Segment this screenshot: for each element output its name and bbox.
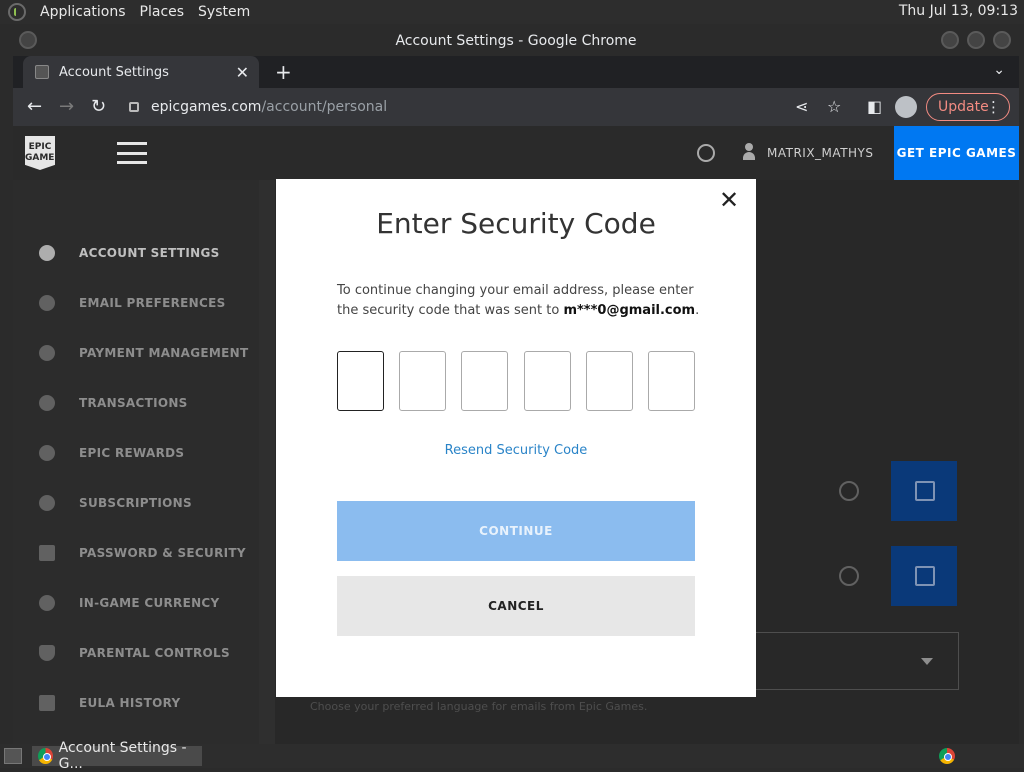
code-digit-2[interactable] — [399, 351, 446, 411]
lock-icon[interactable] — [129, 102, 139, 112]
share-icon[interactable]: ⋖ — [795, 97, 808, 116]
update-label: Update — [938, 99, 989, 115]
hamburger-menu-icon[interactable] — [117, 142, 147, 164]
user-icon[interactable] — [743, 143, 755, 161]
chrome-window: Account Settings - Google Chrome Account… — [13, 26, 1019, 744]
kebab-menu-icon[interactable]: ⋮ — [986, 98, 1001, 116]
tab-close-icon[interactable]: ✕ — [236, 63, 249, 82]
profile-avatar-icon[interactable] — [895, 96, 917, 118]
code-digit-6[interactable] — [648, 351, 695, 411]
menu-places[interactable]: Places — [140, 4, 185, 20]
tab-strip: Account Settings ✕ + ⌄ — [13, 56, 1019, 88]
desktop-top-panel: Applications Places System Thu Jul 13, 0… — [0, 0, 1024, 24]
tab-title: Account Settings — [59, 64, 169, 80]
cancel-button[interactable]: CANCEL — [337, 576, 695, 636]
get-epic-games-button[interactable]: GET EPIC GAMES — [894, 126, 1019, 180]
back-arrow-icon[interactable]: ← — [27, 96, 42, 117]
epic-header: EPIC GAMES MATRIX_MATHYS GET EPIC GAMES — [13, 126, 1019, 180]
desktop-bottom-panel: Account Settings - G... — [0, 740, 1024, 772]
new-tab-plus-icon[interactable]: + — [275, 60, 292, 84]
minimize-button[interactable] — [941, 31, 959, 49]
continue-button[interactable]: CONTINUE — [337, 501, 695, 561]
close-window-button[interactable] — [993, 31, 1011, 49]
epic-games-logo[interactable]: EPIC GAMES — [25, 136, 55, 170]
clock[interactable]: Thu Jul 13, 09:13 — [899, 3, 1018, 19]
gnome-logo-icon[interactable] — [8, 3, 26, 21]
taskbar-label: Account Settings - G... — [58, 740, 187, 772]
resend-code-link[interactable]: Resend Security Code — [276, 443, 756, 458]
update-button[interactable]: Update ⋮ — [926, 93, 1010, 121]
modal-title: Enter Security Code — [376, 207, 656, 240]
window-titlebar: Account Settings - Google Chrome — [13, 26, 1019, 56]
chrome-tray-icon[interactable] — [939, 748, 955, 764]
logo-text: EPIC GAMES — [25, 142, 61, 163]
code-digit-4[interactable] — [524, 351, 571, 411]
bookmark-star-icon[interactable]: ☆ — [827, 97, 841, 116]
reload-icon[interactable]: ↻ — [91, 96, 106, 117]
menu-applications[interactable]: Applications — [40, 4, 126, 20]
side-panel-icon[interactable]: ◧ — [867, 97, 882, 116]
maximize-button[interactable] — [967, 31, 985, 49]
chrome-icon — [38, 748, 53, 764]
menu-system[interactable]: System — [198, 4, 250, 20]
code-digit-3[interactable] — [461, 351, 508, 411]
url-domain: epicgames.com — [151, 99, 262, 115]
taskbar-chrome-window[interactable]: Account Settings - G... — [32, 740, 202, 772]
username[interactable]: MATRIX_MATHYS — [767, 146, 874, 160]
forward-arrow-icon[interactable]: → — [59, 96, 74, 117]
code-digit-5[interactable] — [586, 351, 633, 411]
masked-email: m***0@gmail.com — [563, 303, 696, 318]
window-menu-button[interactable] — [19, 31, 37, 49]
url-path: /account/personal — [261, 99, 388, 115]
globe-icon[interactable] — [697, 144, 715, 162]
page-favicon-icon — [35, 65, 49, 79]
browser-toolbar: ← → ↻ epicgames.com/account/personal ⋖ ☆… — [13, 88, 1019, 126]
tab-search-chevron-icon[interactable]: ⌄ — [993, 62, 1005, 78]
modal-description: To continue changing your email address,… — [337, 281, 707, 321]
address-bar[interactable]: epicgames.com/account/personal — [121, 93, 791, 121]
security-code-modal: ✕ Enter Security Code To continue changi… — [276, 179, 756, 697]
code-digit-1[interactable] — [337, 351, 384, 411]
desktop-menu: Applications Places System — [0, 3, 250, 21]
tab-account-settings[interactable]: Account Settings ✕ — [23, 56, 259, 88]
desc-period: . — [695, 303, 700, 318]
show-desktop-icon[interactable] — [4, 748, 22, 764]
window-title: Account Settings - Google Chrome — [395, 33, 637, 49]
